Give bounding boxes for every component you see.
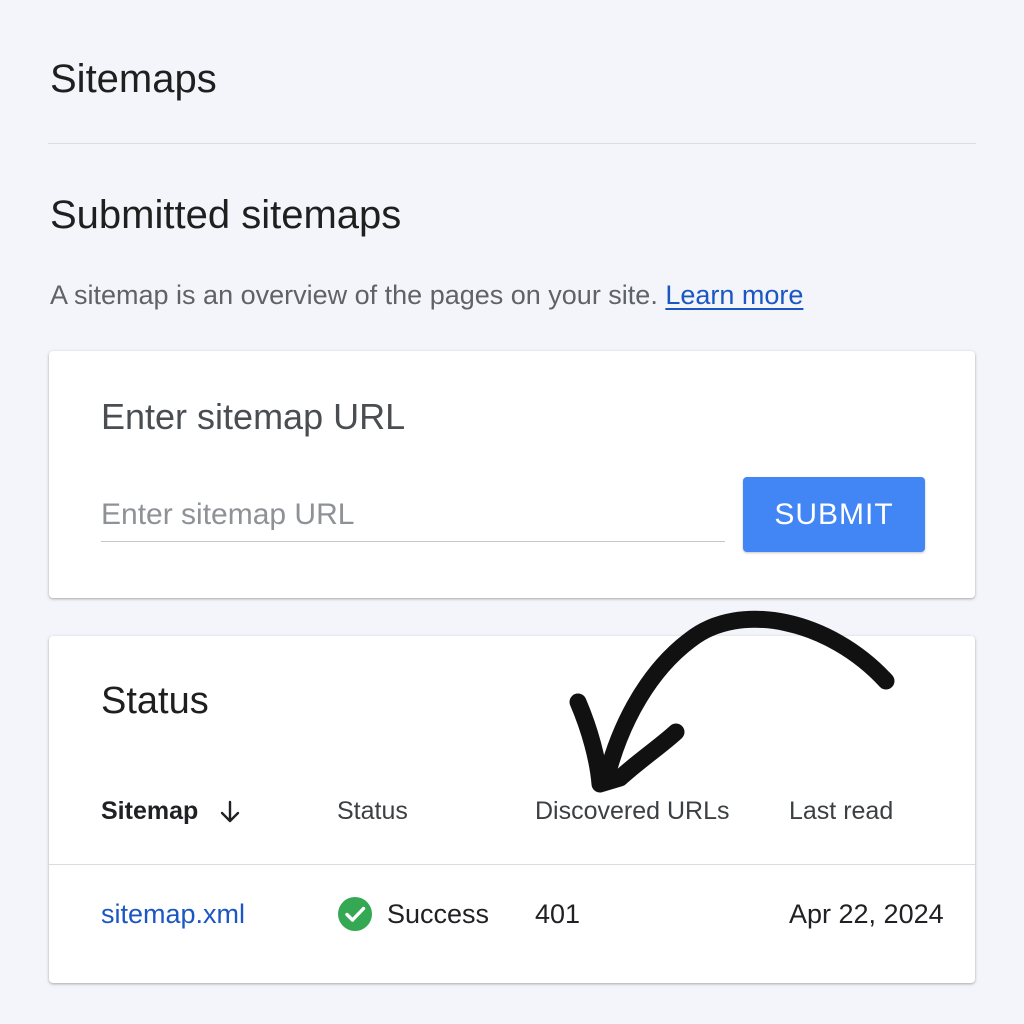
column-header-sitemap-label: Sitemap [101, 797, 199, 825]
page-title: Sitemaps [50, 57, 217, 101]
column-header-last-read[interactable]: Last read [789, 796, 893, 826]
discovered-urls-value: 401 [535, 899, 581, 929]
submit-sitemap-card: Enter sitemap URL SUBMIT [49, 351, 975, 598]
column-header-sitemap[interactable]: Sitemap [101, 796, 241, 826]
header-divider [48, 143, 976, 144]
column-header-discovered-urls[interactable]: Discovered URLs [535, 796, 730, 826]
check-circle-icon [338, 897, 372, 931]
last-read-value: Apr 22, 2024 [789, 899, 944, 929]
section-title: Submitted sitemaps [50, 193, 402, 237]
description-text: A sitemap is an overview of the pages on… [50, 280, 658, 310]
sitemaps-page: Sitemaps Submitted sitemaps A sitemap is… [0, 0, 1024, 1024]
submit-button[interactable]: SUBMIT [743, 477, 925, 552]
section-description: A sitemap is an overview of the pages on… [50, 277, 803, 313]
table-row[interactable]: sitemap.xml Success 401 Apr 22, 2024 [49, 865, 975, 965]
arrow-down-icon[interactable] [219, 799, 241, 825]
status-text: Success [387, 899, 490, 929]
submit-card-title: Enter sitemap URL [101, 396, 406, 437]
status-cell: Success [337, 896, 489, 932]
learn-more-link[interactable]: Learn more [665, 280, 803, 310]
column-header-status[interactable]: Status [337, 796, 408, 826]
sitemap-link[interactable]: sitemap.xml [101, 896, 245, 932]
sitemap-url-input[interactable] [101, 489, 725, 542]
status-card: Status Sitemap Status Discovered URLs La… [49, 636, 975, 983]
status-card-title: Status [101, 680, 209, 722]
